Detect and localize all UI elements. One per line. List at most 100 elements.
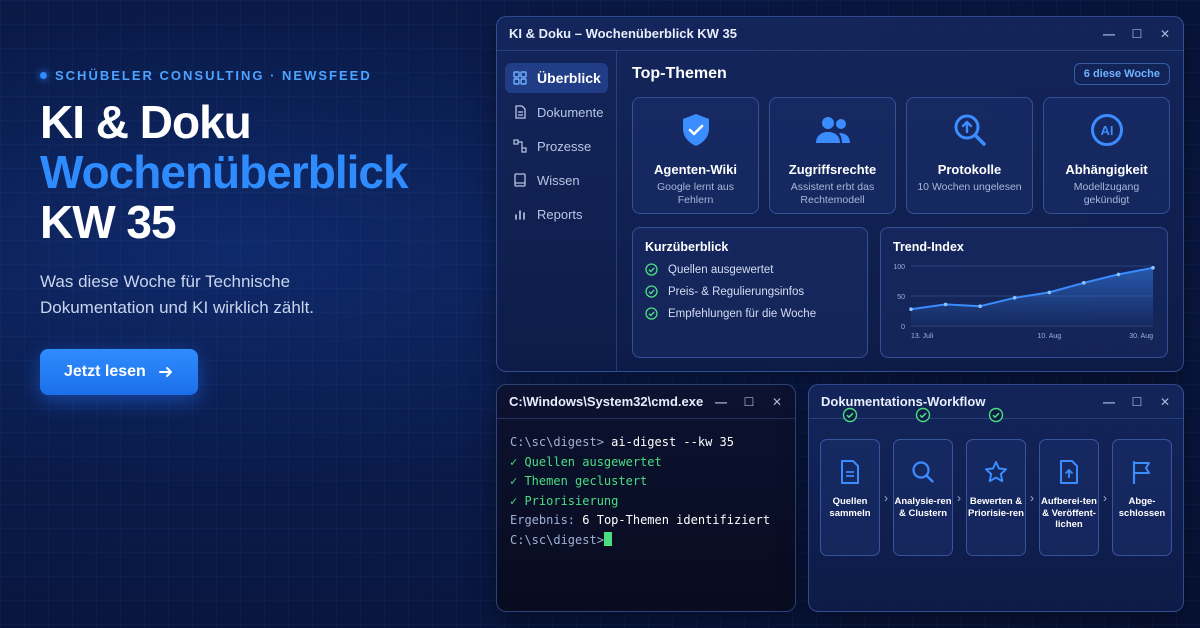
trend-chart: 0 50 100 13. Juli 10. Aug 30. Aug xyxy=(893,264,1155,340)
chevron-right-icon: › xyxy=(957,491,961,505)
sidebar-item-overview[interactable]: Überblick xyxy=(505,63,608,93)
summary-panel: Kurzüberblick Quellen ausgewertet Preis-… xyxy=(632,227,868,358)
summary-item-label: Empfehlungen für die Woche xyxy=(668,307,817,320)
card-subtitle: 10 Wochen ungelesen xyxy=(917,181,1022,193)
read-now-button[interactable]: Jetzt lesen xyxy=(40,349,198,395)
result-value: 6 Top-Themen identifiziert xyxy=(582,513,771,527)
step-done-check-icon xyxy=(842,407,858,423)
brand-line: SCHÜBELER CONSULTING · NEWSFEED xyxy=(40,68,470,83)
trend-area xyxy=(911,267,1153,326)
summary-item: Quellen ausgewertet xyxy=(645,263,855,276)
workflow-step-done[interactable]: Abge-schlossen xyxy=(1112,439,1172,556)
check-circle-icon xyxy=(645,263,658,276)
arrow-right-icon xyxy=(158,367,172,377)
trend-point xyxy=(943,302,948,307)
hero-section: SCHÜBELER CONSULTING · NEWSFEED KI & Dok… xyxy=(40,68,470,395)
trend-point xyxy=(1116,272,1121,277)
trend-title: Trend-Index xyxy=(893,240,964,254)
upload-file-icon xyxy=(1060,460,1078,484)
overview-content: Top-Themen 6 diese Woche Agenten-Wiki Go… xyxy=(617,51,1183,371)
brand-dot-icon xyxy=(40,72,47,79)
card-title: Protokolle xyxy=(937,162,1002,177)
terminal-prompt: C:\sc\digest> xyxy=(510,435,604,449)
close-icon[interactable]: ✕ xyxy=(1159,27,1171,41)
section-title: Top-Themen xyxy=(632,65,727,82)
read-now-label: Jetzt lesen xyxy=(64,363,146,380)
summary-item: Empfehlungen für die Woche xyxy=(645,307,855,320)
ai-icon: AI xyxy=(1090,114,1123,146)
topic-card-access-rights[interactable]: Zugriffsrechte Assistent erbt das Rechte… xyxy=(769,97,896,214)
card-subtitle: Modellzugang gekündigt xyxy=(1073,181,1140,206)
overview-window: KI & Doku – Wochenüberblick KW 35 — ☐ ✕ … xyxy=(496,16,1184,372)
topic-card-protocols[interactable]: Protokolle 10 Wochen ungelesen xyxy=(906,97,1033,214)
check-circle-icon xyxy=(645,285,658,298)
sidebar-item-documents[interactable]: Dokumente xyxy=(505,97,608,127)
minimize-icon[interactable]: — xyxy=(1103,395,1115,409)
trend-point xyxy=(1012,296,1017,300)
hero-subtitle: Was diese Woche für Technische Dokumenta… xyxy=(40,272,315,317)
workflow-steps: Quellen sammeln › Analysie-ren & Cluster… xyxy=(809,407,1183,611)
trend-point xyxy=(1047,290,1052,295)
trend-panel: Trend-Index 0 50 100 13. Juli 10. Aug 30. Aug xyxy=(880,227,1168,358)
trend-point xyxy=(978,304,982,308)
summary-title: Kurzüberblick xyxy=(645,240,729,254)
trend-point xyxy=(909,307,913,311)
card-title: Agenten-Wiki xyxy=(654,162,737,177)
workflow-step-publish[interactable]: Aufberei-ten & Veröffent-lichen xyxy=(1039,439,1099,556)
card-subtitle: Google lernt aus Fehlern xyxy=(656,181,735,206)
headline-line-3: KW 35 xyxy=(40,196,177,248)
terminal-titlebar: C:\Windows\System32\cmd.exe — ☐ ✕ xyxy=(497,385,795,419)
sidebar-item-label: Überblick xyxy=(537,70,601,86)
step-label: Abge-schlossen xyxy=(1118,496,1166,519)
terminal-title: C:\Windows\System32\cmd.exe xyxy=(509,394,704,409)
trend-point xyxy=(1151,266,1155,270)
sidebar-item-reports[interactable]: Reports xyxy=(505,199,608,229)
book-icon xyxy=(514,173,526,187)
workflow-step-analyze[interactable]: Analysie-ren & Clustern xyxy=(893,439,953,556)
maximize-icon[interactable]: ☐ xyxy=(1131,27,1143,41)
terminal-command: ai-digest --kw 35 xyxy=(611,435,734,449)
step-done-check-icon xyxy=(988,407,1004,423)
terminal-line: C:\sc\digest> xyxy=(510,531,782,551)
process-icon xyxy=(513,139,527,153)
document-icon xyxy=(515,105,526,119)
chevron-right-icon: › xyxy=(1103,491,1107,505)
minimize-icon[interactable]: — xyxy=(715,395,727,409)
sidebar-item-label: Prozesse xyxy=(537,138,592,154)
x-tick-label: 13. Juli xyxy=(911,333,934,340)
search-icon xyxy=(912,461,934,483)
grid-icon xyxy=(513,71,527,85)
close-icon[interactable]: ✕ xyxy=(771,395,783,409)
users-icon xyxy=(815,117,850,143)
card-title: Abhängigkeit xyxy=(1065,162,1148,177)
step-label: Analysie-ren & Clustern xyxy=(894,496,952,519)
terminal-cursor xyxy=(603,531,612,546)
minimize-icon[interactable]: — xyxy=(1103,27,1115,41)
topic-card-dependency[interactable]: AI Abhängigkeit Modellzugang gekündigt xyxy=(1043,97,1170,214)
sidebar-item-label: Dokumente xyxy=(537,104,604,120)
terminal-output[interactable]: C:\sc\digest> ai-digest --kw 35 ✓ Quelle… xyxy=(497,419,795,564)
x-tick-label: 10. Aug xyxy=(1037,333,1061,340)
bar-chart-icon xyxy=(515,210,525,220)
workflow-window: Dokumentations-Workflow — ☐ ✕ Quellen sa… xyxy=(808,384,1184,612)
sidebar-item-knowledge[interactable]: Wissen xyxy=(505,165,608,195)
step-done-check-icon xyxy=(915,407,931,423)
terminal-ok-line: ✓ Quellen ausgewertet xyxy=(510,454,662,469)
close-icon[interactable]: ✕ xyxy=(1159,395,1171,409)
card-title: Zugriffsrechte xyxy=(788,162,877,177)
window-controls: — ☐ ✕ xyxy=(1103,27,1171,41)
trend-point xyxy=(1082,281,1086,285)
brand-label: SCHÜBELER CONSULTING · NEWSFEED xyxy=(55,68,372,83)
sidebar-item-label: Wissen xyxy=(537,172,580,188)
maximize-icon[interactable]: ☐ xyxy=(743,395,755,409)
y-tick-label: 100 xyxy=(893,264,905,271)
maximize-icon[interactable]: ☐ xyxy=(1131,395,1143,409)
count-badge[interactable]: 6 diese Woche xyxy=(1073,63,1170,85)
workflow-step-collect[interactable]: Quellen sammeln xyxy=(820,439,880,556)
sidebar-item-processes[interactable]: Prozesse xyxy=(505,131,608,161)
headline: KI & Doku Wochenüberblick KW 35 xyxy=(40,97,470,247)
search-upload-icon xyxy=(954,114,986,146)
step-label: Bewerten & Priorisie-ren xyxy=(968,496,1024,519)
topic-card-agent-wiki[interactable]: Agenten-Wiki Google lernt aus Fehlern xyxy=(632,97,759,214)
workflow-step-evaluate[interactable]: Bewerten & Priorisie-ren xyxy=(966,439,1026,556)
